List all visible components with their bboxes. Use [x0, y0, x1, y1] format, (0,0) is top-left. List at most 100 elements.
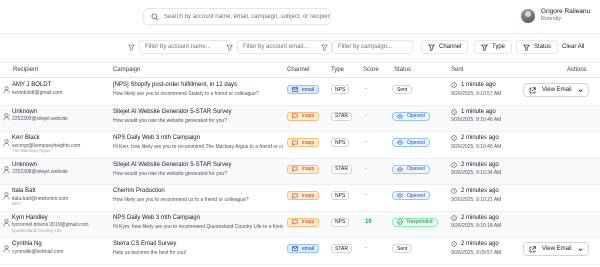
- search-icon: [150, 12, 160, 22]
- type-badge: NPS: [331, 217, 350, 227]
- filter-bar: Filter by account name... Filter by acco…: [0, 38, 600, 57]
- score-value: -: [365, 139, 367, 145]
- user-icon: [3, 165, 10, 174]
- campaign-filter-input[interactable]: Filter by campaign...: [332, 40, 413, 54]
- account-filter[interactable]: Filter by account name...: [127, 40, 232, 54]
- recipient-email: cynmalki@hotmail.com: [12, 248, 64, 255]
- filter-icon: [481, 44, 488, 51]
- user-menu[interactable]: Grigore Raileanu Retently: [521, 8, 590, 23]
- campaign-filter[interactable]: Filter by campaign...: [320, 40, 413, 54]
- user-icon: [3, 245, 10, 253]
- column-header-status[interactable]: Status: [394, 67, 411, 73]
- search-input[interactable]: [163, 13, 330, 20]
- recipient-org: BNY: [12, 201, 22, 206]
- channel-label: email: [302, 86, 314, 93]
- score-value: 10: [365, 218, 372, 225]
- score-value: -: [365, 245, 367, 251]
- sent-ago-label: 2 minutes ago: [461, 188, 499, 194]
- eye-icon: [397, 166, 405, 172]
- eye-icon: [397, 113, 405, 119]
- chevron-down-icon[interactable]: [577, 246, 584, 255]
- clock-icon: [451, 82, 459, 88]
- status-filter-button[interactable]: Status: [516, 40, 559, 54]
- status-label: Sent: [397, 245, 408, 252]
- campaign-name: Cherrim Production: [113, 188, 165, 194]
- table-row[interactable]: Kym Handley tyrconnel.downs.2019@gmail.co…: [0, 211, 600, 238]
- status-label: Opened: [407, 166, 425, 172]
- view-email-label: View Email: [542, 87, 572, 93]
- clock-icon: [451, 241, 459, 247]
- search-box[interactable]: [143, 8, 331, 25]
- external-link-icon: [529, 245, 536, 253]
- status-badge: Opened: [392, 191, 430, 200]
- sent-timestamp: 9/26/2025, 9:10:21 AM: [451, 196, 502, 203]
- column-header-recipient[interactable]: Recipient: [13, 67, 38, 73]
- recipient-name: Unknown: [12, 108, 38, 115]
- status-badge: Opened: [392, 138, 430, 147]
- clock-icon: [451, 214, 459, 221]
- score-value: -: [365, 86, 367, 92]
- score-value: -: [365, 112, 367, 119]
- sent-timestamp: 9/26/2025, 9:10:46 AM: [451, 117, 502, 123]
- status-badge: Responded: [392, 217, 438, 227]
- sent-relative-time: 2 minutes ago: [451, 188, 499, 194]
- column-header-sent[interactable]: Sent: [451, 67, 463, 73]
- type-badge: NPS: [331, 191, 350, 200]
- email-filter[interactable]: Filter by account email...: [225, 40, 332, 54]
- campaign-name: Sitejet AI Website Generator 5-STAR Surv…: [113, 108, 232, 115]
- channel-label: email: [302, 245, 314, 252]
- table-row[interactable]: Unknown 2252308@sitejet.website Sitejet AI…: [0, 158, 600, 185]
- channel-badge: inapp: [287, 164, 320, 174]
- type-badge: STAR: [331, 164, 352, 174]
- column-header-actions: Actions: [567, 67, 587, 73]
- table-row[interactable]: Itala Batt itala.batt@newtonim.com BNY Cher…: [0, 185, 600, 212]
- status-label: Responded: [407, 219, 433, 225]
- user-icon: [3, 86, 10, 94]
- column-header-type[interactable]: Type: [331, 67, 344, 73]
- recipient-name: Unknown: [12, 161, 38, 168]
- channel-badge: email: [287, 85, 319, 94]
- sent-relative-time: 2 minutes ago: [451, 162, 499, 168]
- mail-icon: [292, 246, 300, 251]
- channel-label: inapp: [302, 113, 315, 119]
- account-filter-input[interactable]: Filter by account name...: [139, 40, 232, 54]
- type-badge: STAR: [331, 111, 352, 121]
- user-name: Grigore Raileanu: [541, 8, 591, 15]
- chevron-down-icon[interactable]: [577, 87, 584, 96]
- score-value: -: [365, 165, 367, 172]
- clock-icon: [451, 108, 459, 115]
- eye-icon: [397, 140, 405, 145]
- channel-label: inapp: [302, 166, 315, 172]
- table-row[interactable]: AMY J BOLDT kevinboldt@gmail.com [NPS] Sho…: [0, 79, 600, 106]
- table-row[interactable]: Unknown 2252300@sitejet.website Sitejet AI…: [0, 105, 600, 132]
- clear-all-button[interactable]: Clear All: [562, 40, 584, 54]
- channel-badge: inapp: [287, 217, 320, 227]
- column-header-channel[interactable]: Channel: [287, 67, 309, 73]
- avatar[interactable]: [521, 8, 535, 23]
- sent-timestamp: 9/26/2025, 9:10:57 AM: [451, 90, 502, 97]
- sent-ago-label: 2 minutes ago: [461, 241, 499, 247]
- sent-relative-time: 2 minutes ago: [451, 215, 499, 221]
- sent-ago-label: 2 minutes ago: [461, 135, 499, 141]
- status-label: Sent: [397, 86, 408, 93]
- status-label: Opened: [407, 192, 425, 199]
- status-badge: Sent: [392, 244, 413, 253]
- table-row[interactable]: Kerr Black secmgr@kempseyheights.com The M…: [0, 132, 600, 159]
- campaign-name: NPS Daily Web 3 mth Campaign: [113, 214, 200, 221]
- email-filter-input[interactable]: Filter by account email...: [237, 40, 332, 54]
- channel-filter-button[interactable]: Channel: [421, 40, 469, 54]
- view-email-button[interactable]: View Email: [523, 242, 589, 256]
- view-email-button[interactable]: View Email: [523, 83, 589, 97]
- column-header-score[interactable]: Score: [363, 67, 379, 73]
- sent-timestamp: 9/26/2025, 9:10:34 AM: [451, 170, 502, 176]
- type-filter-button[interactable]: Type: [474, 40, 513, 54]
- status-label: Opened: [407, 139, 425, 146]
- sent-ago-label: 2 minutes ago: [461, 161, 499, 168]
- column-header-campaign[interactable]: Campaign: [113, 67, 140, 73]
- table-row[interactable]: Cynthia Ng cynmalki@hotmail.com Sterra CS …: [0, 238, 600, 265]
- recipient-email: 2252308@sitejet.website: [12, 169, 68, 175]
- recipient-name: Cynthia Ng: [12, 241, 42, 247]
- channel-label: inapp: [302, 219, 315, 225]
- filter-icon: [320, 43, 328, 51]
- recipient-email: 2252300@sitejet.website: [12, 116, 68, 122]
